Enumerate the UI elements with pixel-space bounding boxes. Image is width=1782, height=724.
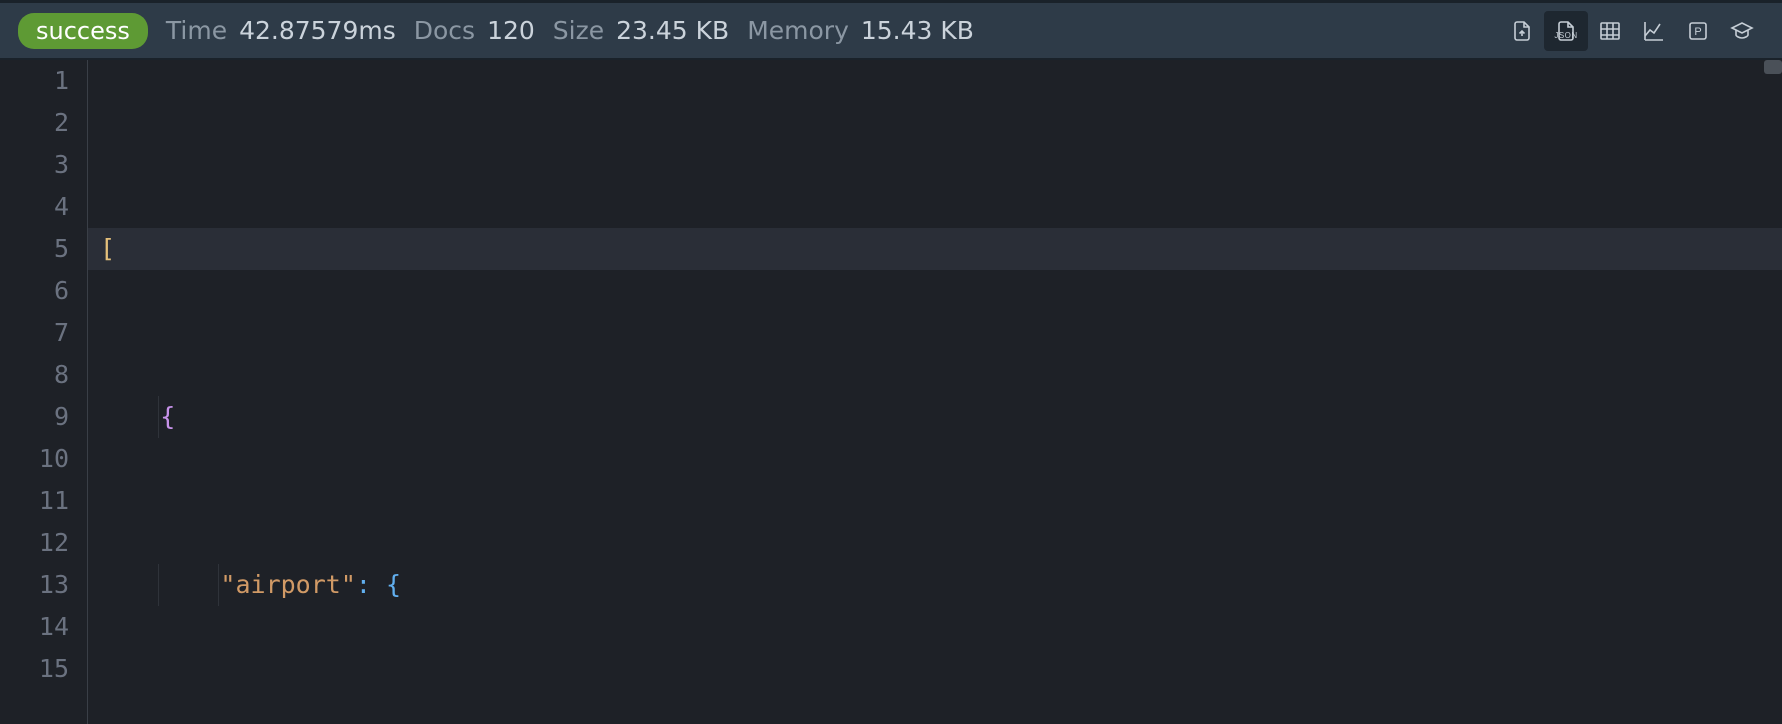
line-number: 7 — [0, 312, 69, 354]
line-number: 1 — [0, 60, 69, 102]
json-file-icon: JSON — [1554, 19, 1578, 43]
line-number: 14 — [0, 606, 69, 648]
stat-size-value: 23.45 KB — [616, 16, 729, 45]
graduation-cap-icon — [1730, 19, 1754, 43]
line-number: 6 — [0, 270, 69, 312]
line-number: 12 — [0, 522, 69, 564]
code-content[interactable]: [ { "airport": { "id": 1254, "type": "ai… — [88, 60, 1782, 724]
line-number: 4 — [0, 186, 69, 228]
view-toolbar: JSON P — [1500, 11, 1764, 51]
table-icon — [1598, 19, 1622, 43]
svg-text:JSON: JSON — [1554, 31, 1577, 40]
upload-button[interactable] — [1500, 11, 1544, 51]
learn-button[interactable] — [1720, 11, 1764, 51]
stat-docs-value: 120 — [487, 16, 535, 45]
code-line: [ — [88, 228, 1782, 270]
stat-time-value: 42.87579ms — [239, 16, 396, 45]
code-line: { — [88, 396, 1782, 438]
json-view-button[interactable]: JSON — [1544, 11, 1588, 51]
stat-docs-label: Docs — [414, 16, 475, 45]
stat-time-label: Time — [166, 16, 227, 45]
chart-line-icon — [1642, 19, 1666, 43]
line-number: 2 — [0, 102, 69, 144]
code-line: "airport": { — [88, 564, 1782, 606]
scrollbar-thumb[interactable] — [1764, 60, 1782, 74]
status-badge: success — [18, 13, 148, 49]
line-number: 8 — [0, 354, 69, 396]
stat-memory-value: 15.43 KB — [861, 16, 974, 45]
status-bar: success Time 42.87579ms Docs 120 Size 23… — [0, 0, 1782, 60]
line-number: 13 — [0, 564, 69, 606]
file-upload-icon — [1510, 19, 1534, 43]
plan-view-button[interactable]: P — [1676, 11, 1720, 51]
code-editor[interactable]: 1 2 3 4 5 6 7 8 9 10 11 12 13 14 15 [ { … — [0, 60, 1782, 724]
stat-size-label: Size — [553, 16, 604, 45]
table-view-button[interactable] — [1588, 11, 1632, 51]
line-number-gutter: 1 2 3 4 5 6 7 8 9 10 11 12 13 14 15 — [0, 60, 88, 724]
stat-memory-label: Memory — [747, 16, 849, 45]
line-number: 9 — [0, 396, 69, 438]
line-number: 5 — [0, 228, 69, 270]
svg-text:P: P — [1694, 26, 1701, 38]
line-number: 15 — [0, 648, 69, 690]
chart-view-button[interactable] — [1632, 11, 1676, 51]
stat-memory: Memory 15.43 KB — [747, 16, 974, 45]
plan-icon: P — [1686, 19, 1710, 43]
line-number: 3 — [0, 144, 69, 186]
line-number: 11 — [0, 480, 69, 522]
stat-time: Time 42.87579ms — [166, 16, 396, 45]
stat-docs: Docs 120 — [414, 16, 535, 45]
stat-size: Size 23.45 KB — [553, 16, 729, 45]
line-number: 10 — [0, 438, 69, 480]
